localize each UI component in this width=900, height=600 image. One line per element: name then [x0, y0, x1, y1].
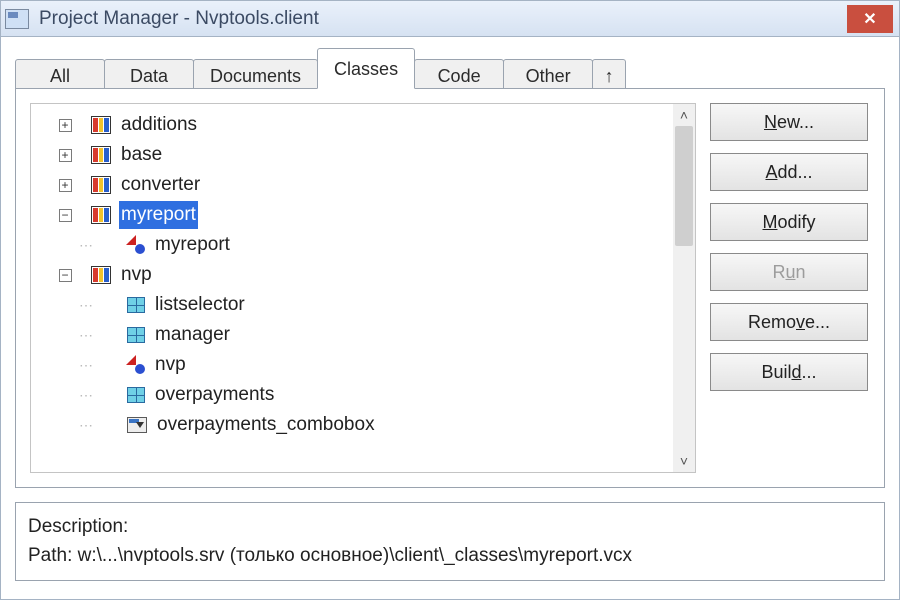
tree-node-label: myreport [119, 201, 198, 230]
title-bar: Project Manager - Nvptools.client ✕ [1, 1, 899, 37]
class-library-icon [91, 266, 111, 284]
tree-library-node[interactable]: − myreport [35, 200, 669, 230]
app-icon [5, 9, 29, 29]
tree-node-label: converter [119, 171, 202, 200]
class-library-icon [91, 146, 111, 164]
tree-node-label: nvp [153, 351, 188, 380]
class-icon [127, 356, 145, 374]
add-button[interactable]: Add... [710, 153, 868, 191]
scroll-up-icon[interactable]: ˄ [673, 104, 695, 126]
path-label: Path: [28, 545, 72, 566]
tree-connector-icon: ⋯ [45, 295, 127, 316]
combobox-class-icon [127, 417, 147, 433]
window-close-button[interactable]: ✕ [847, 5, 893, 33]
description-panel: Description: Path: w:\...\nvptools.srv (… [15, 502, 885, 581]
tree-node-label: listselector [153, 291, 247, 320]
class-library-icon [91, 206, 111, 224]
scroll-thumb[interactable] [675, 126, 693, 246]
main-panel: + additions + base + converter − myreport ⋯ myrep… [15, 88, 885, 488]
tree-class-node[interactable]: ⋯ nvp [35, 350, 669, 380]
tab-classes[interactable]: Classes [317, 48, 415, 89]
tree-class-node[interactable]: ⋯ overpayments [35, 380, 669, 410]
expand-icon[interactable]: + [59, 119, 72, 132]
vertical-scrollbar[interactable]: ˄ ˅ [673, 104, 695, 472]
tree-node-label: manager [153, 321, 232, 350]
tree-connector-icon: ⋯ [45, 235, 127, 256]
tree-connector-icon: ⋯ [45, 385, 127, 406]
class-library-icon [91, 176, 111, 194]
grid-class-icon [127, 327, 145, 343]
tree-node-label: nvp [119, 261, 154, 290]
tree-library-node[interactable]: + converter [35, 170, 669, 200]
tree-class-node[interactable]: ⋯ overpayments_combobox [35, 410, 669, 440]
path-value: w:\...\nvptools.srv (только основное)\cl… [78, 545, 632, 566]
window-title: Project Manager - Nvptools.client [39, 8, 319, 30]
arrow-up-icon: ↑ [605, 66, 614, 86]
tree-class-node[interactable]: ⋯ listselector [35, 290, 669, 320]
tree-connector-icon: ⋯ [45, 415, 127, 436]
tree-connector-icon: ⋯ [45, 355, 127, 376]
collapse-icon[interactable]: − [59, 209, 72, 222]
remove-button[interactable]: Remove... [710, 303, 868, 341]
scroll-down-icon[interactable]: ˅ [673, 450, 695, 472]
run-button: Run [710, 253, 868, 291]
build-button[interactable]: Build... [710, 353, 868, 391]
tree-node-label: myreport [153, 231, 232, 260]
tree-library-node[interactable]: + additions [35, 110, 669, 140]
description-label: Description: [28, 516, 128, 537]
tree-node-label: overpayments [153, 381, 276, 410]
tree-node-label: base [119, 141, 164, 170]
tree-node-label: overpayments_combobox [155, 411, 377, 440]
tree-connector-icon: ⋯ [45, 325, 127, 346]
tree-library-node[interactable]: + base [35, 140, 669, 170]
class-icon [127, 236, 145, 254]
class-library-icon [91, 116, 111, 134]
scroll-track[interactable] [673, 126, 695, 450]
modify-button[interactable]: Modify [710, 203, 868, 241]
tree-library-node[interactable]: − nvp [35, 260, 669, 290]
collapse-icon[interactable]: − [59, 269, 72, 282]
expand-icon[interactable]: + [59, 149, 72, 162]
tree-class-node[interactable]: ⋯ myreport [35, 230, 669, 260]
tree-class-node[interactable]: ⋯ manager [35, 320, 669, 350]
close-icon: ✕ [863, 9, 876, 29]
grid-class-icon [127, 297, 145, 313]
class-tree-container: + additions + base + converter − myreport ⋯ myrep… [30, 103, 696, 473]
expand-icon[interactable]: + [59, 179, 72, 192]
tree-node-label: additions [119, 111, 199, 140]
new-button[interactable]: New... [710, 103, 868, 141]
tab-strip: All Data Documents Classes Code Other ↑ [15, 47, 885, 89]
class-tree[interactable]: + additions + base + converter − myreport ⋯ myrep… [31, 104, 673, 472]
button-column: New... Add... Modify Run Remove... Build… [704, 89, 884, 487]
grid-class-icon [127, 387, 145, 403]
